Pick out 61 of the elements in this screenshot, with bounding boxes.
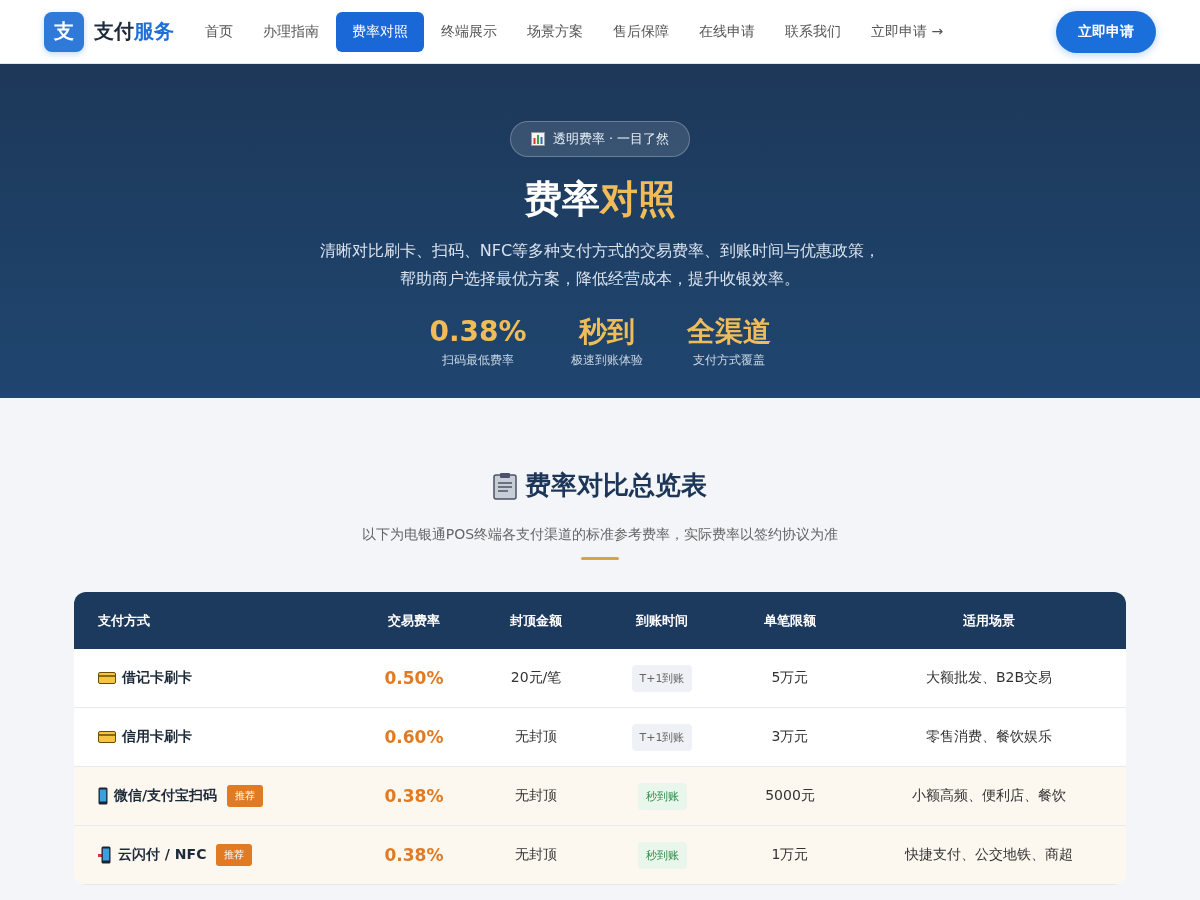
table-cell-text: 大额批发、B2B交易	[924, 669, 1054, 687]
nav-link[interactable]: 费率对照	[336, 11, 424, 52]
column-header: 交易费率	[387, 611, 441, 630]
nav-link[interactable]: 售后保障	[600, 12, 682, 51]
payment-method: 云闪付 / NFC	[118, 846, 207, 864]
payment-method: 微信/支付宝扫码	[114, 787, 218, 805]
rate-cell-text: 0.50%	[383, 668, 445, 688]
table-cell-text: 5000元	[764, 787, 816, 805]
arrival-tag: 秒到账	[637, 841, 687, 869]
nav-link[interactable]: 联系我们	[772, 12, 854, 51]
arrival-tag: T+1到账	[631, 664, 693, 692]
nav-link[interactable]: 终端展示	[428, 12, 510, 51]
column-header: 封顶金额	[509, 611, 563, 630]
column-header: 到账时间	[635, 611, 689, 630]
recommended-badge: 推荐	[216, 844, 253, 866]
logo-mark[interactable]: 支	[44, 11, 84, 52]
table-cell-text: 快捷支付、公交地铁、商超	[903, 846, 1074, 864]
payment-method: 信用卡刷卡	[122, 728, 192, 746]
recommended-badge: 推荐	[227, 785, 264, 807]
table-cell-text: 5万元	[770, 669, 810, 687]
rate-cell-text: 0.38%	[383, 845, 445, 865]
table-cell-text: 1万元	[770, 846, 810, 864]
table-cell-text: 小额高频、便利店、餐饮	[911, 787, 1067, 805]
card-icon	[98, 672, 116, 684]
card-icon	[98, 731, 116, 743]
stat-value: 0.38%	[429, 314, 527, 349]
table-cell-text: 无封顶	[514, 728, 558, 746]
stat-label: 扫码最低费率	[442, 352, 514, 370]
table-cell-text: 零售消费、餐饮娱乐	[925, 728, 1053, 746]
clipboard-icon	[493, 471, 517, 500]
rate-cell-text: 0.38%	[383, 786, 445, 806]
rate-cell-text: 0.60%	[383, 727, 445, 747]
column-header: 支付方式	[97, 611, 151, 630]
table-cell-text: 3万元	[770, 728, 810, 746]
payment-method: 借记卡刷卡	[122, 669, 192, 687]
table-cell-text: 无封顶	[514, 787, 558, 805]
apply-button[interactable]: 立即申请	[1056, 10, 1156, 53]
section-subtitle: 以下为电银通POS终端各支付渠道的标准参考费率，实际费率以签约协议为准	[360, 525, 840, 544]
phone-icon	[98, 846, 112, 864]
nav-link[interactable]: 办理指南	[250, 12, 332, 51]
section-title: 费率对比总览表	[525, 469, 707, 502]
hero-description: 清晰对比刷卡、扫码、NFC等多种支付方式的交易费率、到账时间与优惠政策，帮助商户选择最优方案，降低经营成本，提升收银效率。	[318, 239, 882, 290]
arrival-tag: 秒到账	[637, 782, 687, 810]
hero-title: 费率对照	[524, 177, 676, 223]
nav-link[interactable]: 在线申请	[686, 12, 768, 51]
phone-icon	[98, 787, 108, 805]
stat-value: 全渠道	[686, 314, 771, 349]
table-cell-text: 20元/笔	[509, 669, 563, 687]
column-header: 适用场景	[962, 611, 1016, 630]
column-header: 单笔限额	[763, 611, 817, 630]
table-cell-text: 无封顶	[514, 846, 558, 864]
nav-link[interactable]: 场景方案	[514, 12, 596, 51]
logo-text[interactable]: 支付服务	[94, 18, 174, 45]
arrival-tag: T+1到账	[631, 723, 693, 751]
nav-link[interactable]: 立即申请 →	[858, 12, 957, 51]
stat-label: 极速到账体验	[570, 352, 643, 370]
stat-value: 秒到	[578, 314, 635, 349]
nav-link[interactable]: 首页	[192, 12, 246, 51]
stat-label: 支付方式覆盖	[692, 352, 765, 370]
badge-text: 透明费率 · 一目了然	[552, 130, 670, 148]
bar-chart-icon	[530, 132, 545, 146]
